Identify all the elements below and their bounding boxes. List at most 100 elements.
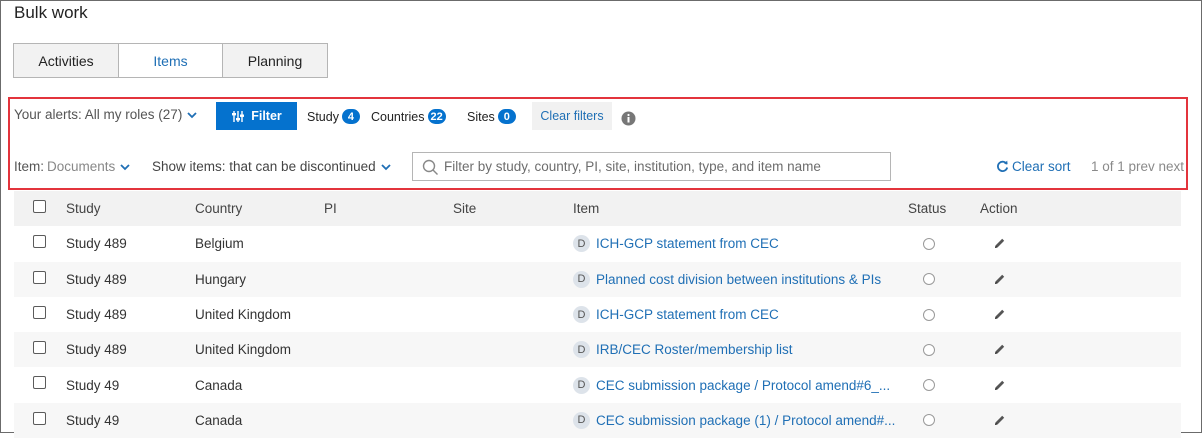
pencil-icon[interactable] xyxy=(993,414,1006,427)
chip-label: Countries xyxy=(371,109,425,124)
cell-status xyxy=(923,297,935,332)
alerts-dropdown[interactable]: Your alerts: All my roles (27) xyxy=(14,107,197,122)
item-link[interactable]: ICH-GCP statement from CEC xyxy=(596,307,779,322)
row-checkbox[interactable] xyxy=(33,270,46,284)
cell-action xyxy=(993,262,1006,297)
status-circle-icon xyxy=(923,237,935,250)
tab-bar: Activities Items Planning xyxy=(13,43,328,79)
pencil-icon[interactable] xyxy=(993,343,1006,356)
row-checkbox[interactable] xyxy=(33,376,46,390)
cell-country: United Kingdom xyxy=(195,307,292,323)
clear-filters-button[interactable]: Clear filters xyxy=(532,102,612,130)
table-row: Study 49 Canada D CEC submission package… xyxy=(14,367,1181,402)
filter-button[interactable]: Filter xyxy=(216,102,297,130)
page-title: Bulk work xyxy=(14,3,88,22)
row-checkbox[interactable] xyxy=(33,305,46,319)
sliders-icon xyxy=(232,110,245,122)
column-header-study[interactable]: Study xyxy=(66,191,101,226)
column-header-status[interactable]: Status xyxy=(908,191,946,226)
chevron-down-icon xyxy=(381,163,391,170)
tab-activities[interactable]: Activities xyxy=(13,43,119,78)
cell-status xyxy=(923,226,935,261)
pagination: 1 of 1 prev next xyxy=(1091,159,1185,174)
table-row: Study 489 United Kingdom D ICH-GCP state… xyxy=(14,297,1181,332)
status-circle-icon xyxy=(923,379,935,392)
cell-study: Study 489 xyxy=(66,307,127,323)
tab-items[interactable]: Items xyxy=(118,43,223,78)
item-link[interactable]: IRB/CEC Roster/membership list xyxy=(596,342,793,357)
item-type-dropdown[interactable]: Item: Documents xyxy=(14,159,130,174)
cell-action xyxy=(993,332,1006,367)
pencil-icon[interactable] xyxy=(993,379,1006,392)
item-link[interactable]: Planned cost division between institutio… xyxy=(596,272,881,287)
document-type-badge: D xyxy=(573,341,590,359)
row-checkbox[interactable] xyxy=(33,411,46,425)
table-row: Study 489 Belgium D ICH-GCP statement fr… xyxy=(14,226,1181,261)
cell-study: Study 489 xyxy=(66,236,127,252)
column-header-action: Action xyxy=(980,201,1018,217)
count-badge: 0 xyxy=(497,109,516,124)
search-input[interactable] xyxy=(444,156,884,177)
cell-country: Hungary xyxy=(195,271,247,287)
document-type-badge: D xyxy=(573,235,590,253)
chip-countries[interactable]: Countries 22 xyxy=(371,109,446,124)
clear-sort-label: Clear sort xyxy=(1012,159,1071,174)
status-circle-icon xyxy=(923,343,935,356)
cell-study: Study 489 xyxy=(66,271,127,287)
cell-item: D Planned cost division between institut… xyxy=(573,262,881,297)
clear-sort-button[interactable]: Clear sort xyxy=(996,159,1071,174)
document-type-badge: D xyxy=(573,270,590,288)
cell-country: Belgium xyxy=(195,236,244,252)
item-type-label: Item: xyxy=(14,159,45,174)
search-icon xyxy=(422,159,438,175)
chip-sites[interactable]: Sites 0 xyxy=(467,109,516,124)
table-row: Study 489 United Kingdom D IRB/CEC Roste… xyxy=(14,332,1181,368)
status-circle-icon xyxy=(923,273,935,286)
cell-item: D ICH-GCP statement from CEC xyxy=(573,297,779,332)
cell-study: Study 49 xyxy=(66,377,120,393)
item-link[interactable]: CEC submission package / Protocol amend#… xyxy=(596,378,890,393)
chip-label: Study xyxy=(307,109,339,124)
cell-item: D IRB/CEC Roster/membership list xyxy=(573,332,793,367)
show-items-dropdown[interactable]: Show items: that can be discontinued xyxy=(152,159,391,174)
row-checkbox[interactable] xyxy=(33,341,46,355)
cell-status xyxy=(923,367,935,402)
refresh-icon xyxy=(997,160,1009,172)
alerts-dropdown-label: Your alerts: All my roles (27) xyxy=(14,107,183,122)
cell-country: United Kingdom xyxy=(195,342,292,358)
filter-button-label: Filter xyxy=(251,109,282,123)
pencil-icon[interactable] xyxy=(993,308,1006,321)
status-circle-icon xyxy=(923,414,935,427)
item-link[interactable]: ICH-GCP statement from CEC xyxy=(596,236,779,251)
cell-country: Canada xyxy=(195,377,243,393)
select-all-checkbox[interactable] xyxy=(33,200,46,213)
cell-item: D CEC submission package / Protocol amen… xyxy=(573,367,890,402)
cell-action xyxy=(993,226,1006,261)
info-icon[interactable] xyxy=(621,111,636,126)
pencil-icon[interactable] xyxy=(993,273,1006,286)
document-type-badge: D xyxy=(573,306,590,324)
count-badge: 22 xyxy=(427,109,446,124)
show-items-label: Show items: that can be discontinued xyxy=(152,159,376,174)
search-field[interactable] xyxy=(412,152,891,181)
column-header-item[interactable]: Item xyxy=(573,191,599,226)
pencil-icon[interactable] xyxy=(993,237,1006,250)
row-checkbox[interactable] xyxy=(33,235,46,249)
tab-planning[interactable]: Planning xyxy=(222,43,328,78)
cell-status xyxy=(923,332,935,367)
item-type-value: Documents xyxy=(47,159,116,174)
chevron-down-icon xyxy=(120,163,130,170)
table-row: Study 489 Hungary D Planned cost divisio… xyxy=(14,261,1181,297)
column-header-pi[interactable]: PI xyxy=(324,191,337,226)
status-circle-icon xyxy=(923,308,935,321)
cell-status xyxy=(923,262,935,297)
count-badge: 4 xyxy=(341,109,360,124)
table-header-row: Study Country PI Site Item Status Action xyxy=(14,191,1181,227)
column-header-site[interactable]: Site xyxy=(453,191,476,226)
chip-study[interactable]: Study 4 xyxy=(307,109,360,124)
column-header-country[interactable]: Country xyxy=(195,191,242,226)
item-link[interactable]: CEC submission package (1) / Protocol am… xyxy=(596,413,895,428)
document-type-badge: D xyxy=(573,376,590,394)
items-table: Study Country PI Site Item Status Action… xyxy=(14,191,1181,438)
chip-label: Sites xyxy=(467,109,495,124)
